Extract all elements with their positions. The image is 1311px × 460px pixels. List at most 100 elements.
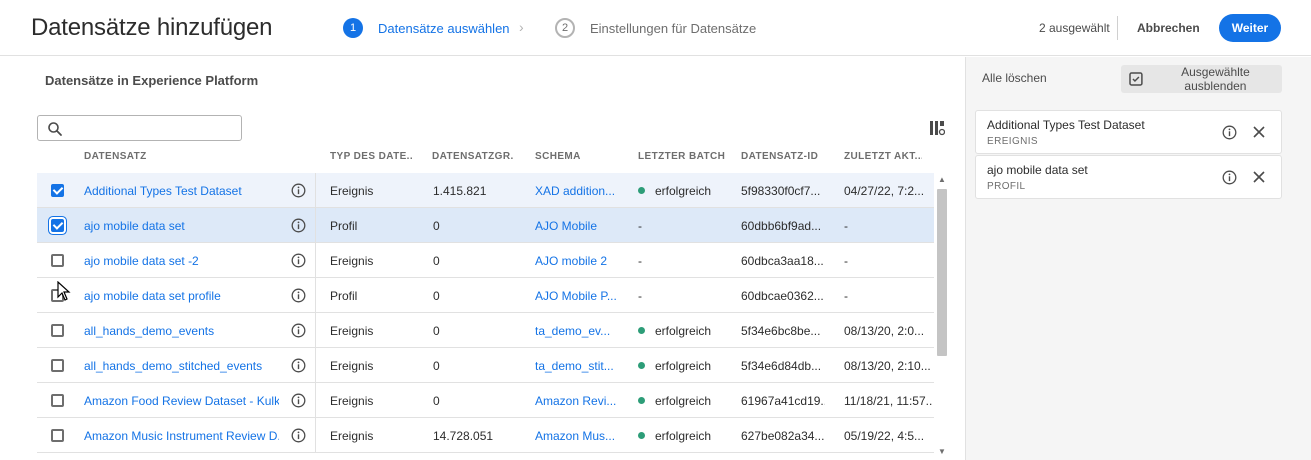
dataset-name-link[interactable]: ajo mobile data set profile — [84, 278, 279, 313]
column-header-size[interactable]: DATENSATZGR... — [432, 151, 514, 162]
last-batch-status: erfolgreich — [638, 313, 730, 348]
info-icon[interactable] — [291, 428, 306, 443]
info-icon[interactable] — [1222, 170, 1237, 185]
dataset-name-link[interactable]: Amazon Music Instrument Review D... — [84, 418, 279, 453]
table-row[interactable]: Additional Types Test Dataset Ereignis 1.4… — [37, 173, 934, 208]
table-row[interactable]: Amazon Food Review Dataset - Kulk... Erei… — [37, 383, 934, 418]
info-icon[interactable] — [1222, 125, 1237, 140]
column-settings-icon[interactable] — [929, 120, 945, 136]
step-select-datasets[interactable]: 1 Datensätze auswählen — [343, 18, 510, 38]
info-icon[interactable] — [291, 253, 306, 268]
hide-selected-label: Ausgewählte ausblenden — [1181, 65, 1250, 93]
scrollbar-thumb[interactable] — [937, 189, 947, 356]
column-divider — [315, 173, 316, 208]
column-divider — [315, 418, 316, 453]
last-batch-status: - — [638, 278, 730, 313]
last-batch-status: erfolgreich — [638, 418, 730, 453]
row-checkbox[interactable] — [51, 254, 64, 267]
close-icon[interactable] — [1253, 171, 1265, 183]
table-row[interactable]: all_hands_demo_stitched_events Ereignis 0 t… — [37, 348, 934, 383]
info-icon[interactable] — [291, 323, 306, 338]
step-label: Datensätze auswählen — [378, 20, 510, 36]
dataset-size: 1.415.821 — [433, 183, 487, 198]
column-header-type[interactable]: TYP DES DATE... — [330, 151, 412, 162]
schema-link[interactable]: Amazon Revi... — [535, 383, 625, 418]
row-checkbox[interactable] — [51, 359, 64, 372]
dataset-id: 5f98330f0cf7... — [741, 183, 821, 198]
success-status-dot — [638, 187, 645, 194]
hide-selected-button[interactable]: Ausgewählte ausblenden — [1121, 65, 1282, 93]
schema-link[interactable]: AJO mobile 2 — [535, 243, 625, 278]
info-icon[interactable] — [291, 218, 306, 233]
info-icon[interactable] — [291, 393, 306, 408]
scroll-up-icon[interactable]: ▲ — [938, 175, 946, 184]
last-batch-text: erfolgreich — [655, 323, 712, 338]
schema-link[interactable]: ta_demo_stit... — [535, 348, 625, 383]
dataset-type: Ereignis — [330, 253, 374, 268]
next-button[interactable]: Weiter — [1219, 14, 1281, 42]
schema-link[interactable]: Amazon Mus... — [535, 418, 625, 453]
column-header-dataset[interactable]: DATENSATZ — [84, 151, 234, 162]
row-checkbox[interactable] — [51, 429, 64, 442]
schema-link[interactable]: AJO Mobile — [535, 208, 625, 243]
dataset-type: Ereignis — [330, 393, 374, 408]
table-row[interactable]: Amazon Music Instrument Review D... Ereig… — [37, 418, 934, 453]
table-row[interactable]: ajo mobile data set Profil 0 AJO Mobile -60d… — [37, 208, 934, 243]
dataset-name-link[interactable]: all_hands_demo_stitched_events — [84, 348, 279, 383]
table-row[interactable]: ajo mobile data set -2 Ereignis 0 AJO mobil… — [37, 243, 934, 278]
success-status-dot — [638, 397, 645, 404]
search-input[interactable] — [70, 119, 235, 137]
row-checkbox[interactable] — [51, 324, 64, 337]
dataset-type: Ereignis — [330, 358, 374, 373]
schema-link[interactable]: XAD addition... — [535, 173, 625, 208]
dataset-type: Ereignis — [330, 428, 374, 443]
last-batch-status: - — [638, 243, 730, 278]
dataset-size: 0 — [433, 358, 440, 373]
step-label: Einstellungen für Datensätze — [590, 20, 757, 36]
schema-link[interactable]: AJO Mobile P... — [535, 278, 625, 313]
dataset-size: 0 — [433, 323, 440, 338]
row-checkbox[interactable] — [51, 394, 64, 407]
cancel-button[interactable]: Abbrechen — [1126, 14, 1211, 42]
selected-dataset-type: PROFIL — [987, 181, 1026, 192]
row-checkbox[interactable] — [51, 219, 64, 232]
dataset-size: 0 — [433, 253, 440, 268]
table-scrollbar[interactable]: ▲ ▼ — [934, 173, 950, 460]
column-header-dataset-id[interactable]: DATENSATZ-ID — [741, 151, 823, 162]
success-status-dot — [638, 327, 645, 334]
table-body: Additional Types Test Dataset Ereignis 1.4… — [37, 173, 934, 460]
dataset-id: 60dbcae0362... — [741, 288, 824, 303]
scroll-down-icon[interactable]: ▼ — [938, 447, 946, 456]
last-batch-text: - — [638, 253, 642, 268]
last-batch-status: erfolgreich — [638, 173, 730, 208]
dataset-name-link[interactable]: Additional Types Test Dataset — [84, 173, 279, 208]
dataset-name-link[interactable]: ajo mobile data set -2 — [84, 243, 279, 278]
section-title: Datensätze in Experience Platform — [45, 73, 259, 88]
header: Datensätze hinzufügen 1 Datensätze auswä… — [0, 0, 1311, 56]
column-header-last-batch[interactable]: LETZTER BATCH — [638, 151, 730, 162]
dataset-name-link[interactable]: Amazon Food Review Dataset - Kulk... — [84, 383, 279, 418]
dataset-size: 0 — [433, 218, 440, 233]
last-updated: 04/27/22, 7:2... — [844, 183, 925, 198]
last-batch-text: erfolgreich — [655, 428, 712, 443]
column-header-last-updated[interactable]: ZULETZT AKT... — [844, 151, 922, 162]
last-updated: 05/19/22, 4:5... — [844, 428, 925, 443]
dataset-type: Profil — [330, 218, 358, 233]
schema-link[interactable]: ta_demo_ev... — [535, 313, 625, 348]
table-row[interactable]: all_hands_demo_events Ereignis 0 ta_demo_ev… — [37, 313, 934, 348]
info-icon[interactable] — [291, 288, 306, 303]
dataset-type: Profil — [330, 288, 358, 303]
step-dataset-settings[interactable]: 2 Einstellungen für Datensätze — [555, 18, 756, 38]
search-field[interactable] — [37, 115, 242, 141]
row-checkbox[interactable] — [51, 184, 64, 197]
info-icon[interactable] — [291, 183, 306, 198]
info-icon[interactable] — [291, 358, 306, 373]
dataset-name-link[interactable]: ajo mobile data set — [84, 208, 279, 243]
column-header-schema[interactable]: SCHEMA — [535, 151, 617, 162]
clear-all-button[interactable]: Alle löschen — [982, 71, 1047, 85]
last-updated: 08/13/20, 2:0... — [844, 323, 925, 338]
header-divider — [1117, 16, 1118, 40]
dataset-name-link[interactable]: all_hands_demo_events — [84, 313, 279, 348]
table-row[interactable]: ajo mobile data set profile Profil 0 AJO Mo… — [37, 278, 934, 313]
close-icon[interactable] — [1253, 126, 1265, 138]
